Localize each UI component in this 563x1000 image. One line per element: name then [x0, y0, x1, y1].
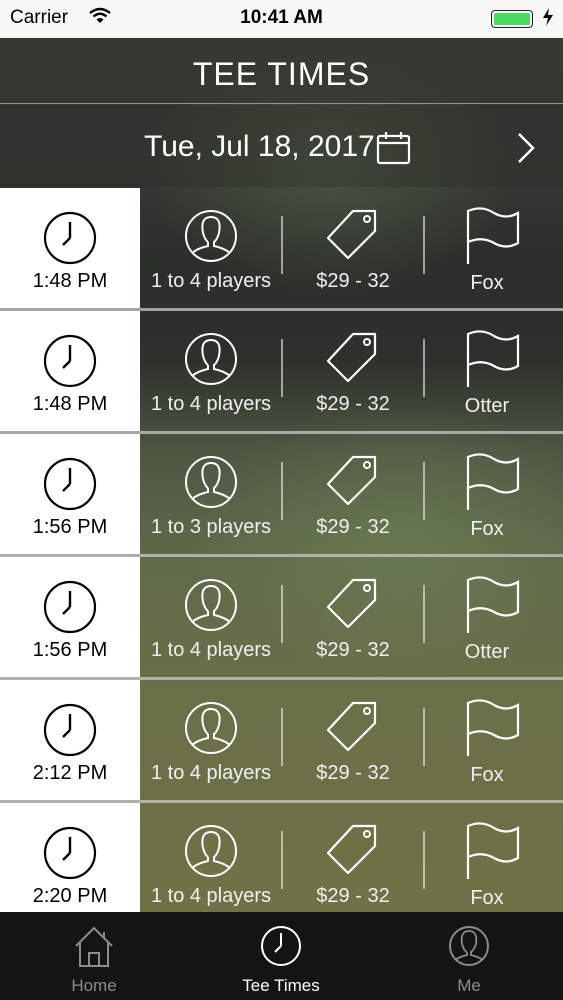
clock-icon	[42, 456, 98, 517]
price-tag-icon	[323, 450, 383, 515]
course-label: Otter	[464, 395, 510, 417]
price-tag-icon	[323, 573, 383, 638]
price-tag-icon	[323, 819, 383, 884]
person-icon	[183, 208, 239, 269]
price-cell: $29 - 32	[282, 557, 424, 677]
tab-tee-times-label: Tee Times	[242, 976, 320, 995]
price-cell: $29 - 32	[282, 803, 424, 923]
clock-icon	[42, 333, 98, 394]
tee-time-label: 1:56 PM	[32, 639, 108, 661]
status-bar: Carrier 10:41 AM	[0, 0, 563, 38]
players-cell: 1 to 4 players	[140, 803, 282, 923]
tee-time-label: 2:12 PM	[32, 762, 108, 784]
price-label: $29 - 32	[316, 639, 390, 661]
tab-home-label: Home	[71, 976, 117, 995]
price-label: $29 - 32	[316, 885, 390, 907]
price-label: $29 - 32	[316, 516, 390, 538]
battery-icon	[491, 10, 533, 28]
next-date-button[interactable]	[508, 130, 544, 166]
players-cell: 1 to 4 players	[140, 188, 282, 308]
time-cell[interactable]: 1:56 PM	[0, 557, 140, 677]
tee-time-row[interactable]: 2:12 PM 1 to 4 players $29 - 32 Fox	[0, 680, 563, 803]
tee-time-label: 1:56 PM	[32, 516, 108, 538]
price-tag-icon	[323, 696, 383, 761]
course-cell: Otter	[424, 557, 563, 677]
flag-icon	[462, 575, 522, 640]
players-label: 1 to 4 players	[150, 885, 272, 907]
flag-icon	[462, 452, 522, 517]
price-cell: $29 - 32	[282, 188, 424, 308]
user-icon	[375, 924, 563, 968]
charging-icon	[541, 7, 555, 32]
selected-date[interactable]: Tue, Jul 18, 2017	[144, 130, 375, 164]
flag-icon	[462, 206, 522, 271]
course-label: Fox	[470, 887, 504, 909]
time-cell[interactable]: 1:48 PM	[0, 188, 140, 308]
tee-time-label: 1:48 PM	[32, 393, 108, 415]
calendar-icon[interactable]	[376, 131, 412, 170]
price-tag-icon	[323, 327, 383, 392]
status-time: 10:41 AM	[240, 7, 323, 28]
flag-icon	[462, 329, 522, 394]
tee-time-row[interactable]: 1:48 PM 1 to 4 players $29 - 32 Fox	[0, 188, 563, 311]
tee-time-row[interactable]: 1:56 PM 1 to 4 players $29 - 32 Otter	[0, 557, 563, 680]
players-cell: 1 to 4 players	[140, 680, 282, 800]
person-icon	[183, 454, 239, 515]
tab-bar: Home Tee Times Me	[0, 912, 563, 1000]
course-label: Fox	[470, 518, 504, 540]
clock-icon	[42, 579, 98, 640]
tee-time-row[interactable]: 2:20 PM 1 to 4 players $29 - 32 Fox	[0, 803, 563, 926]
person-icon	[183, 823, 239, 884]
players-cell: 1 to 4 players	[140, 557, 282, 677]
tab-me[interactable]: Me	[375, 912, 563, 1000]
course-cell: Otter	[424, 311, 563, 431]
course-cell: Fox	[424, 434, 563, 554]
tee-time-label: 2:20 PM	[32, 885, 108, 907]
tab-me-label: Me	[457, 976, 481, 995]
nav-header: TEE TIMES	[0, 38, 563, 104]
price-cell: $29 - 32	[282, 311, 424, 431]
tab-home[interactable]: Home	[0, 912, 188, 1000]
players-label: 1 to 4 players	[150, 762, 272, 784]
clock-icon	[187, 924, 375, 968]
price-label: $29 - 32	[316, 762, 390, 784]
players-label: 1 to 4 players	[150, 270, 272, 292]
person-icon	[183, 577, 239, 638]
price-tag-icon	[323, 204, 383, 269]
clock-icon	[42, 210, 98, 271]
tee-time-row[interactable]: 1:56 PM 1 to 3 players $29 - 32 Fox	[0, 434, 563, 557]
clock-icon	[42, 825, 98, 886]
person-icon	[183, 331, 239, 392]
players-cell: 1 to 4 players	[140, 311, 282, 431]
price-cell: $29 - 32	[282, 680, 424, 800]
price-cell: $29 - 32	[282, 434, 424, 554]
person-icon	[183, 700, 239, 761]
players-label: 1 to 4 players	[150, 639, 272, 661]
home-icon	[0, 924, 188, 968]
time-cell[interactable]: 2:12 PM	[0, 680, 140, 800]
course-cell: Fox	[424, 188, 563, 308]
flag-icon	[462, 821, 522, 886]
players-cell: 1 to 3 players	[140, 434, 282, 554]
players-label: 1 to 3 players	[150, 516, 272, 538]
tab-tee-times[interactable]: Tee Times	[187, 912, 375, 1000]
page-title: TEE TIMES	[192, 56, 371, 92]
course-label: Fox	[470, 272, 504, 294]
players-label: 1 to 4 players	[150, 393, 272, 415]
chevron-right-icon	[518, 133, 535, 163]
price-label: $29 - 32	[316, 270, 390, 292]
time-cell[interactable]: 2:20 PM	[0, 803, 140, 923]
course-label: Fox	[470, 764, 504, 786]
tee-time-label: 1:48 PM	[32, 270, 108, 292]
course-cell: Fox	[424, 680, 563, 800]
tee-time-row[interactable]: 1:48 PM 1 to 4 players $29 - 32 Otter	[0, 311, 563, 434]
flag-icon	[462, 698, 522, 763]
clock-icon	[42, 702, 98, 763]
date-bar: Tue, Jul 18, 2017	[0, 105, 563, 187]
time-cell[interactable]: 1:56 PM	[0, 434, 140, 554]
course-label: Otter	[464, 641, 510, 663]
time-cell[interactable]: 1:48 PM	[0, 311, 140, 431]
course-cell: Fox	[424, 803, 563, 923]
price-label: $29 - 32	[316, 393, 390, 415]
